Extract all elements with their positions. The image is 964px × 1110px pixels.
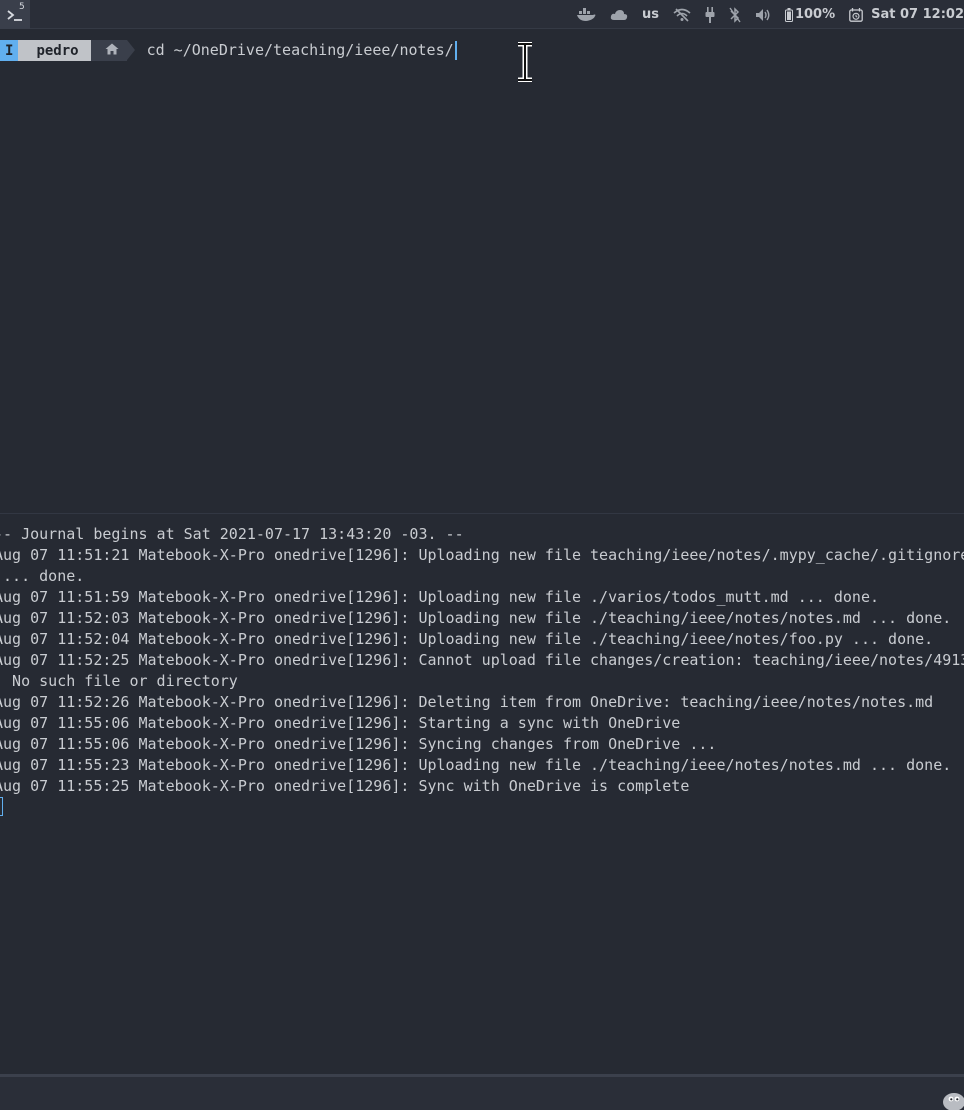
wifi-off-icon[interactable]	[673, 7, 691, 22]
journal-line: : No such file or directory	[0, 672, 238, 690]
journal-line: Aug 07 11:52:04 Matebook-X-Pro onedrive[…	[0, 630, 934, 648]
volume-icon[interactable]	[755, 8, 771, 22]
journal-line: Aug 07 11:51:21 Matebook-X-Pro onedrive[…	[0, 546, 964, 564]
bottom-bar	[0, 1077, 964, 1110]
battery-level: 100%	[794, 7, 836, 22]
docker-icon[interactable]	[576, 7, 596, 22]
vi-mode-indicator: I	[0, 40, 28, 61]
block-cursor	[0, 797, 3, 816]
journal-line: Aug 07 11:52:26 Matebook-X-Pro onedrive[…	[0, 693, 934, 711]
journal-line: Aug 07 11:55:23 Matebook-X-Pro onedrive[…	[0, 756, 952, 774]
desktop-screen: 5 us 100% Sat 07 12:02 I pedro cd ~/OneD…	[0, 0, 964, 1110]
shell-prompt: I pedro cd ~/OneDrive/teaching/ieee/note…	[0, 40, 457, 61]
power-plug-icon[interactable]	[705, 6, 715, 23]
workspace-number: 5	[19, 2, 25, 12]
journal-line: ... done.	[0, 567, 85, 585]
journal-line: Aug 07 11:55:25 Matebook-X-Pro onedrive[…	[0, 777, 690, 795]
workspace-indicator[interactable]: 5	[0, 0, 30, 29]
journal-line: Aug 07 11:55:06 Matebook-X-Pro onedrive[…	[0, 735, 717, 753]
journal-line: Aug 07 11:52:03 Matebook-X-Pro onedrive[…	[0, 609, 952, 627]
command-text: cd ~/OneDrive/teaching/ieee/notes/	[146, 41, 454, 59]
ibeam-cursor-icon	[516, 41, 534, 86]
system-tray: us 100% Sat 07 12:02	[576, 0, 964, 29]
prompt-username: pedro	[18, 40, 99, 61]
clock[interactable]: Sat 07 12:02	[849, 7, 964, 22]
journal-line: Aug 07 11:51:59 Matebook-X-Pro onedrive[…	[0, 588, 880, 606]
journal-line: Aug 07 11:55:06 Matebook-X-Pro onedrive[…	[0, 714, 681, 732]
journal-line: -- Journal begins at Sat 2021-07-17 13:4…	[0, 525, 464, 543]
battery-icon	[784, 7, 793, 22]
journal-line: Aug 07 11:52:25 Matebook-X-Pro onedrive[…	[0, 651, 964, 669]
battery-status[interactable]: 100%	[784, 7, 836, 22]
home-icon	[105, 43, 119, 59]
datetime-text: Sat 07 12:02	[871, 7, 964, 22]
pane-divider[interactable]	[0, 513, 964, 514]
calendar-clock-icon	[849, 7, 863, 22]
top-status-bar: 5 us 100% Sat 07 12:02	[0, 0, 964, 29]
bluetooth-off-icon[interactable]	[729, 6, 741, 23]
keyboard-layout[interactable]: us	[642, 7, 659, 22]
prompt-directory	[90, 40, 135, 61]
command-input[interactable]: cd ~/OneDrive/teaching/ieee/notes/	[147, 41, 457, 60]
journal-output: -- Journal begins at Sat 2021-07-17 13:4…	[0, 524, 964, 797]
cloud-icon[interactable]	[610, 9, 628, 21]
gimp-icon[interactable]	[942, 1088, 964, 1110]
text-caret	[454, 41, 457, 60]
